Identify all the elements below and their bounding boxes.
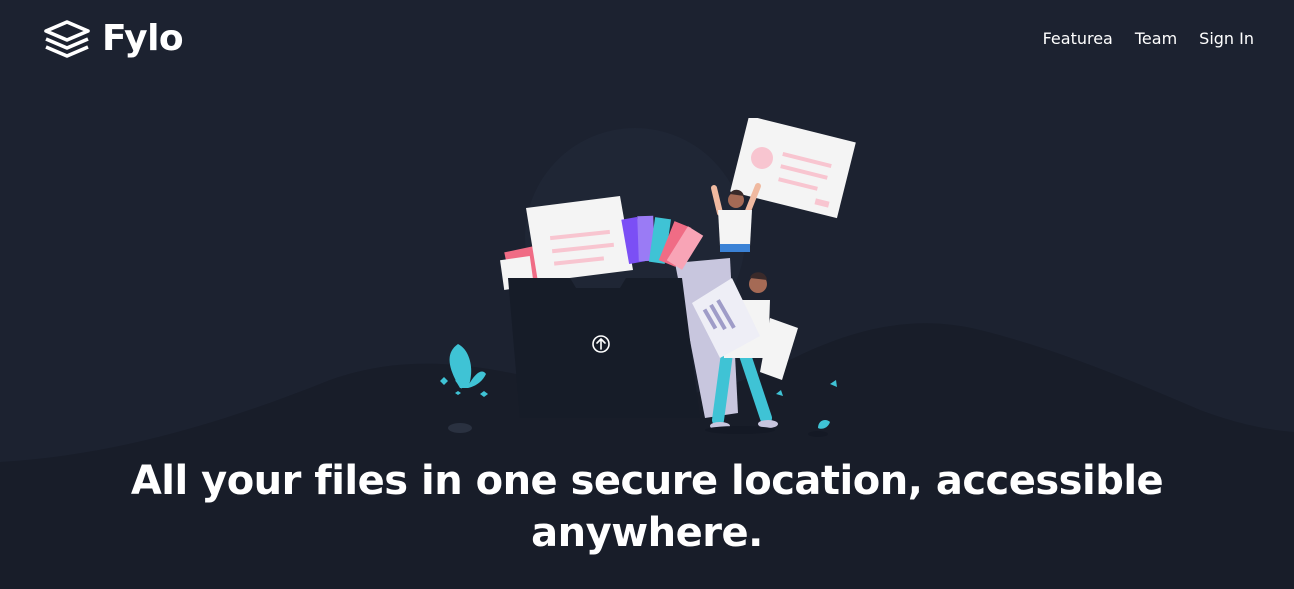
nav-link-features[interactable]: Featurea (1043, 28, 1113, 50)
brand-logo[interactable]: Fylo (42, 16, 184, 62)
landing-page: Fylo Featurea Team Sign In All your file… (0, 0, 1294, 589)
hero-headline: All your files in one secure location, a… (0, 455, 1294, 559)
hero-headline-line-2: anywhere. (531, 510, 763, 556)
stacked-layers-icon (44, 20, 90, 58)
plant-left-icon (440, 344, 488, 433)
nav-link-sign-in[interactable]: Sign In (1199, 28, 1254, 50)
site-header: Fylo Featurea Team Sign In (0, 0, 1294, 80)
brand-name: Fylo (102, 18, 184, 59)
hero-headline-line-1: All your files in one secure location, a… (130, 458, 1164, 504)
nav-link-team[interactable]: Team (1135, 28, 1177, 50)
main-nav: Featurea Team Sign In (1043, 28, 1254, 50)
person-holding-card (711, 118, 856, 252)
people-uploading-files-illustration (440, 118, 856, 437)
